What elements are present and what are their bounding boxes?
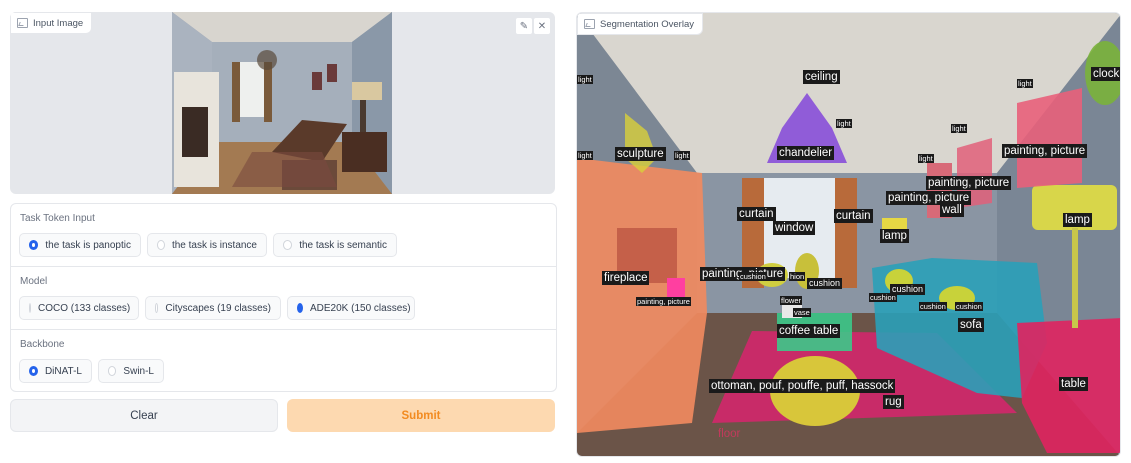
segment-label-curtain: curtain: [737, 207, 776, 221]
radio-backbone-swin[interactable]: Swin-L: [98, 359, 164, 383]
segment-label-clock: clock: [1091, 67, 1120, 81]
radio-label: Swin-L: [123, 365, 154, 377]
segment-label-lamp: lamp: [1063, 213, 1092, 227]
submit-button[interactable]: Submit: [287, 399, 555, 432]
segment-label-lamp: lamp: [880, 229, 909, 243]
radio-label: ADE20K (150 classes): [310, 302, 411, 314]
segment-label-sofa: sofa: [958, 318, 984, 332]
radio-indicator: [108, 366, 117, 376]
radio-label: COCO (133 classes): [38, 302, 131, 314]
segment-label-light: light: [1017, 79, 1033, 88]
segment-label-vase: vase: [793, 308, 811, 317]
radio-label: the task is semantic: [299, 239, 387, 251]
radio-label: the task is instance: [171, 239, 257, 251]
segment-label-ceiling: ceiling: [803, 70, 840, 84]
radio-indicator: [29, 303, 31, 313]
segment-label-flower: flower: [780, 296, 803, 305]
segment-label-fireplace: fireplace: [602, 271, 650, 285]
input-image-label: Input Image: [10, 12, 93, 34]
radio-selected-indicator: [29, 240, 39, 250]
segment-label-curtain: curtain: [834, 209, 873, 223]
radio-task-semantic[interactable]: the task is semantic: [273, 233, 397, 257]
segment-label-painting: painting, picture: [636, 297, 691, 306]
segment-label-light: light: [951, 124, 967, 133]
backbone-title: Backbone: [20, 339, 65, 350]
edit-button[interactable]: ✎: [515, 17, 533, 35]
segment-label-light: light: [674, 151, 690, 160]
options-form: Task Token Input the task is panoptic th…: [10, 203, 557, 392]
segment-label-cushion: cushion: [919, 302, 947, 311]
segment-label-window: window: [773, 221, 816, 235]
segment-label-chandelier: chandelier: [777, 146, 835, 160]
segment-label-light: light: [577, 75, 593, 84]
input-image-label-text: Input Image: [33, 17, 84, 29]
radio-model-cityscapes[interactable]: Cityscapes (19 classes): [145, 296, 281, 320]
radio-model-coco[interactable]: COCO (133 classes): [19, 296, 139, 320]
radio-selected-indicator: [29, 366, 38, 376]
segment-label-cushion: cushion: [869, 293, 897, 302]
segment-label-sculpture: sculpture: [615, 147, 666, 161]
segment-label-cushion: cushion: [739, 272, 767, 281]
clear-image-button[interactable]: ✕: [533, 17, 551, 35]
task-token-section: Task Token Input the task is panoptic th…: [11, 204, 556, 266]
radio-label: the task is panoptic: [45, 239, 131, 251]
segment-label-table: table: [1059, 377, 1088, 391]
segment-label-rug: rug: [883, 395, 904, 409]
image-icon: [17, 18, 28, 28]
input-room-photo: [172, 12, 392, 194]
radio-indicator: [157, 240, 165, 250]
segment-label-painting: painting, picture: [1002, 144, 1088, 158]
segment-label-painting: painting, picture: [926, 176, 1012, 190]
segment-label-cushion: cushion: [955, 302, 983, 311]
segment-label-coffee-table: coffee table: [777, 324, 841, 338]
radio-backbone-dinat[interactable]: DiNAT-L: [19, 359, 92, 383]
radio-label: Cityscapes (19 classes): [165, 302, 271, 314]
segment-label-hion: hion: [789, 272, 806, 281]
segment-label-cushion: cushion: [807, 278, 843, 289]
backbone-section: Backbone DiNAT-L Swin-L: [11, 330, 556, 390]
model-section: Model COCO (133 classes) Cityscapes (19 …: [11, 267, 556, 329]
segmentation-overlay-label-text: Segmentation Overlay: [600, 18, 694, 30]
task-token-title: Task Token Input: [20, 213, 95, 224]
radio-indicator: [283, 240, 293, 250]
radio-task-panoptic[interactable]: the task is panoptic: [19, 233, 141, 257]
segment-label-ottoman: ottoman, pouf, pouffe, puff, hassock: [709, 379, 896, 393]
segmentation-overlay-panel: ceiling clock chandelier sculpture light…: [576, 12, 1121, 457]
segment-label-floor: floor: [718, 428, 741, 440]
input-image-panel[interactable]: Input Image ✎ ✕: [10, 12, 555, 194]
close-icon: ✕: [537, 20, 547, 32]
segment-label-wall: wall: [940, 203, 964, 217]
segment-label-light: light: [836, 119, 852, 128]
segment-label-light: light: [918, 154, 934, 163]
radio-selected-indicator: [297, 303, 303, 313]
pencil-icon: ✎: [519, 20, 529, 32]
model-title: Model: [20, 276, 48, 287]
segment-label-light: light: [577, 151, 593, 160]
clear-button[interactable]: Clear: [10, 399, 278, 432]
radio-model-ade20k[interactable]: ADE20K (150 classes): [287, 296, 415, 320]
radio-task-instance[interactable]: the task is instance: [147, 233, 267, 257]
image-icon: [584, 19, 595, 29]
segmentation-overlay-label: Segmentation Overlay: [577, 13, 703, 35]
radio-label: DiNAT-L: [44, 365, 82, 377]
radio-indicator: [155, 303, 159, 313]
